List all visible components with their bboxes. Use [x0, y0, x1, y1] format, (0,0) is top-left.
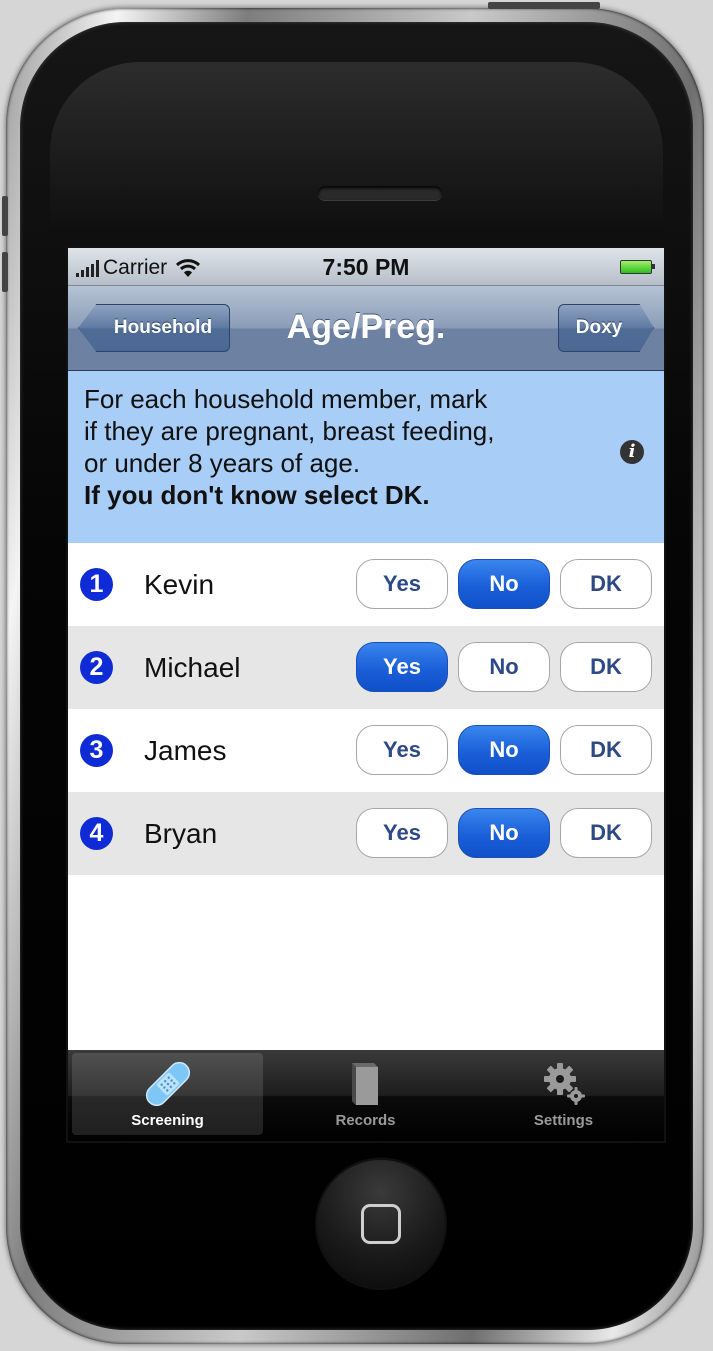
volume-down-button[interactable] [2, 252, 8, 292]
member-row: 4 Bryan Yes No DK [68, 792, 664, 875]
member-number-badge: 3 [80, 734, 113, 767]
member-row: 2 Michael Yes No DK [68, 626, 664, 709]
member-list: 1 Kevin Yes No DK 2 Michael Yes No DK 3 … [68, 543, 664, 875]
member-row: 3 James Yes No DK [68, 709, 664, 792]
gears-icon [543, 1063, 585, 1105]
navigation-bar: Household Age/Preg. Doxy [68, 286, 664, 371]
no-button[interactable]: No [458, 559, 550, 609]
tab-label: Settings [533, 1112, 594, 1129]
instruction-line-1: For each household member, mark [84, 384, 488, 414]
member-name: Bryan [144, 817, 218, 849]
instruction-line-2: if they are pregnant, breast feeding, [84, 416, 495, 446]
home-button[interactable] [317, 1160, 445, 1288]
home-square-icon [361, 1204, 401, 1244]
member-name: Kevin [144, 568, 215, 600]
instruction-line-3: or under 8 years of age. [84, 448, 361, 478]
book-icon [351, 1063, 378, 1105]
member-number-badge: 1 [80, 568, 113, 601]
member-name: James [144, 734, 227, 766]
forward-button-doxy[interactable]: Doxy [558, 304, 654, 352]
tab-screening[interactable]: Screening [72, 1053, 263, 1135]
instructions-panel: For each household member, mark if they … [68, 371, 664, 543]
volume-up-button[interactable] [2, 196, 8, 236]
sleep-button[interactable] [488, 2, 600, 9]
status-time: 7:50 PM [322, 254, 410, 280]
info-icon[interactable]: i [620, 440, 644, 464]
member-number-badge: 2 [80, 651, 113, 684]
no-button[interactable]: No [458, 725, 550, 775]
tab-label: Screening [131, 1112, 204, 1129]
tab-bar: Screening Records Settings [68, 1050, 664, 1141]
yes-button[interactable]: Yes [356, 725, 448, 775]
yes-button[interactable]: Yes [356, 808, 448, 858]
member-row: 1 Kevin Yes No DK [68, 543, 664, 626]
member-number-badge: 4 [80, 817, 113, 850]
dk-button[interactable]: DK [560, 642, 652, 692]
member-name: Michael [144, 651, 241, 683]
yes-button[interactable]: Yes [356, 642, 448, 692]
status-bar: Carrier 7:50 PM [68, 248, 664, 286]
dk-button[interactable]: DK [560, 559, 652, 609]
bandage-icon [145, 1061, 190, 1107]
yes-button[interactable]: Yes [356, 559, 448, 609]
tab-records[interactable]: Records [270, 1053, 461, 1135]
tab-label: Records [335, 1112, 396, 1129]
dk-button[interactable]: DK [560, 725, 652, 775]
dk-button[interactable]: DK [560, 808, 652, 858]
earpiece-speaker [318, 186, 442, 200]
instruction-bold-line: If you don't know select DK. [84, 480, 430, 510]
phone-glare [50, 62, 663, 232]
battery-icon [620, 260, 655, 274]
tab-settings[interactable]: Settings [468, 1053, 659, 1135]
no-button[interactable]: No [458, 642, 550, 692]
no-button[interactable]: No [458, 808, 550, 858]
screen: Carrier 7:50 PM Household Age/Preg. Doxy… [68, 248, 664, 1141]
